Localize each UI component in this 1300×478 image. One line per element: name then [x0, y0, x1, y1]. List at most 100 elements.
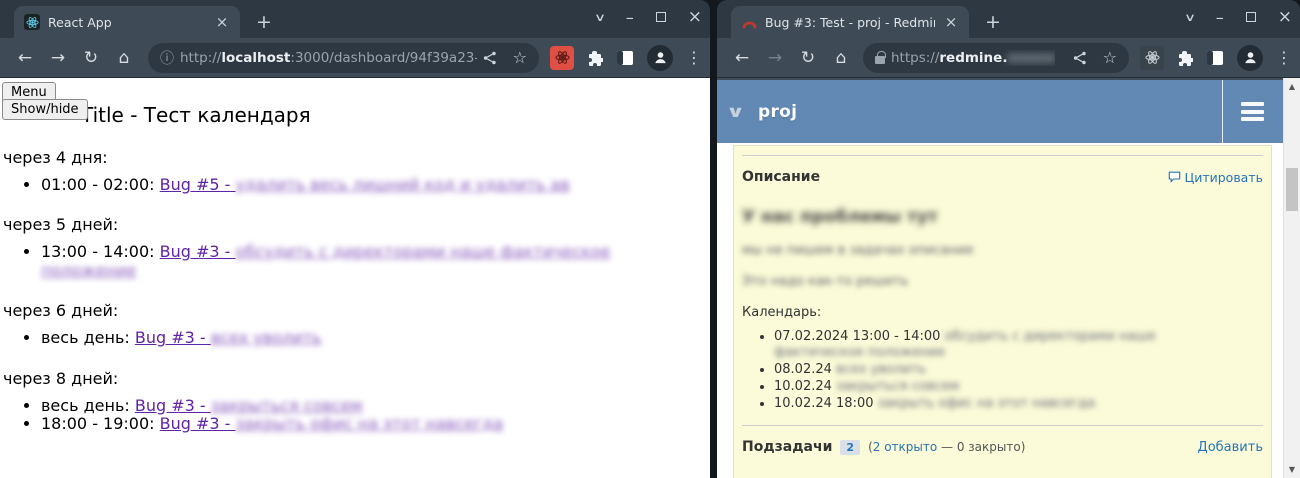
blurred-text: удалить весь лишний код и удалить ав — [236, 175, 570, 194]
group-heading: через 8 дней: — [3, 370, 710, 388]
redmine-header: ∨ proj — [717, 78, 1283, 143]
close-window-button[interactable]: × — [1278, 11, 1292, 24]
bookmark-star-icon[interactable]: ☆ — [1103, 48, 1117, 67]
bookmark-star-icon[interactable]: ☆ — [513, 48, 527, 67]
showhide-button[interactable]: Show/hide — [2, 99, 88, 120]
right-tab-strip: Bug #3: Test - proj - Redmine × + ∨ – × — [717, 0, 1300, 38]
home-button[interactable]: ⌂ — [113, 48, 135, 68]
project-name[interactable]: proj — [758, 102, 797, 122]
subtasks-row: Подзадачи 2 (2 открыто — 0 закрыто) Доба… — [742, 439, 1263, 455]
react-devtools-icon[interactable] — [1140, 46, 1164, 70]
calendar-group: через 8 дней: весь день: Bug #3 - закрыт… — [3, 370, 710, 434]
window-controls: ∨ – × — [596, 0, 702, 34]
calendar-entry: 08.02.24 всех уволить — [774, 362, 1247, 378]
profile-avatar[interactable] — [1237, 45, 1263, 71]
calendar-entry: 10.02.24 18:00 закрыть офис на этот навс… — [774, 396, 1247, 412]
extensions-puzzle-icon[interactable] — [1177, 50, 1193, 66]
left-tab-strip: React App × + ∨ – × — [0, 0, 710, 38]
site-info-icon[interactable]: ⓘ — [160, 48, 174, 68]
redmine-favicon-icon — [741, 14, 757, 30]
side-panel-icon[interactable] — [616, 50, 634, 66]
browser-menu-icon[interactable]: ⋮ — [686, 48, 700, 67]
subtasks-counts: (2 открыто — 0 закрыто) — [868, 440, 1025, 454]
divider — [742, 425, 1263, 426]
calendar-label: Календарь: — [742, 305, 1263, 320]
maximize-button[interactable] — [656, 12, 666, 22]
reload-button[interactable]: ↻ — [80, 48, 102, 68]
window-controls: ∨ – × — [1186, 0, 1292, 34]
issue-box: Описание Цитировать У нас проблемы тут м… — [733, 145, 1272, 478]
quote-link[interactable]: Цитировать — [1168, 170, 1264, 185]
minimize-button[interactable]: – — [1216, 11, 1224, 24]
blurred-text: закрыться совсем — [211, 396, 363, 415]
home-button[interactable]: ⌂ — [830, 48, 852, 68]
react-devtools-icon[interactable] — [550, 46, 574, 70]
window-menu-chevron-icon[interactable]: ∨ — [1184, 11, 1196, 24]
project-jump-chevron-icon[interactable]: ∨ — [726, 102, 746, 121]
bug-link[interactable]: Bug #3 - всех уволить — [135, 328, 322, 347]
back-button[interactable]: ← — [14, 48, 36, 68]
react-favicon-icon — [24, 14, 40, 30]
profile-avatar[interactable] — [647, 45, 673, 71]
blurred-text: всех уволить — [211, 328, 322, 347]
tab-title: Bug #3: Test - proj - Redmine — [765, 15, 935, 30]
back-button[interactable]: ← — [731, 48, 753, 68]
address-bar[interactable]: ⓘ http://localhost:3000/dashboard/94f39a… — [148, 43, 539, 73]
desktop: React App × + ∨ – × ← → ↻ ⌂ ⓘ http://loc… — [0, 0, 1300, 478]
new-tab-button[interactable]: + — [252, 11, 276, 33]
scrollbar-thumb[interactable] — [1286, 168, 1298, 211]
scroll-up-icon[interactable]: ▲ — [1284, 82, 1300, 91]
group-heading: через 6 дней: — [3, 302, 710, 320]
page-title: Title - Тест календаря — [81, 104, 710, 127]
calendar-item: весь день: Bug #3 - всех уволить — [41, 329, 710, 347]
tab-react-app[interactable]: React App × — [14, 6, 240, 38]
tab-redmine[interactable]: Bug #3: Test - proj - Redmine × — [731, 6, 969, 38]
blurred-text: закрыть офис на этот навсегда — [236, 414, 504, 433]
blurred-paragraph: мы не пишем в задачах описание — [742, 243, 1263, 258]
calendar-list: 07.02.2024 13:00 - 14:00 обсудить с дире… — [742, 329, 1247, 412]
open-subtasks-link[interactable]: 2 открыто — [873, 440, 937, 454]
share-icon[interactable] — [1073, 51, 1087, 65]
reload-button[interactable]: ↻ — [797, 48, 819, 68]
left-toolbar: ← → ↻ ⌂ ⓘ http://localhost:3000/dashboar… — [0, 38, 710, 78]
divider — [742, 155, 1263, 156]
blurred-text: закрыть офис на этот навсегда — [878, 396, 1095, 411]
bug-link[interactable]: Bug #3 - закрыться совсем — [135, 396, 363, 415]
description-heading: Описание — [742, 169, 820, 185]
bug-link[interactable]: Bug #3 - закрыть офис на этот навсегда — [160, 414, 504, 433]
left-browser-window: React App × + ∨ – × ← → ↻ ⌂ ⓘ http://loc… — [0, 0, 710, 478]
group-heading: через 4 дня: — [3, 149, 710, 167]
right-toolbar: ← → ↻ ⌂ https://redmine.хххххх ☆ — [717, 38, 1300, 78]
new-tab-button[interactable]: + — [981, 11, 1005, 33]
extensions-puzzle-icon[interactable] — [587, 50, 603, 66]
tab-close-icon[interactable]: × — [214, 15, 230, 29]
hamburger-menu-icon[interactable] — [1241, 102, 1264, 125]
browser-menu-icon[interactable]: ⋮ — [1276, 48, 1290, 67]
subtasks-count-badge: 2 — [840, 440, 860, 455]
redmine-page: ∨ proj Описание Цитировать У нас пробле — [717, 78, 1300, 478]
scrollbar[interactable]: ▲ ▼ — [1283, 78, 1300, 478]
calendar-item: 13:00 - 14:00: Bug #3 - обсудить с дирек… — [41, 243, 710, 280]
blurred-text: всех уволить — [836, 362, 926, 377]
address-bar[interactable]: https://redmine.хххххх ☆ — [863, 43, 1129, 73]
calendar-group: через 5 дней: 13:00 - 14:00: Bug #3 - об… — [3, 216, 710, 280]
window-menu-chevron-icon[interactable]: ∨ — [594, 11, 606, 24]
tab-close-icon[interactable]: × — [943, 15, 959, 29]
lock-icon[interactable] — [875, 56, 885, 64]
maximize-button[interactable] — [1246, 12, 1256, 22]
calendar-group: через 6 дней: весь день: Bug #3 - всех у… — [3, 302, 710, 347]
url-text: http://localhost:3000/dashboard/94f39a23… — [180, 50, 477, 66]
share-icon[interactable] — [483, 51, 497, 65]
extensions-area: ⋮ — [1140, 45, 1290, 71]
forward-button: → — [764, 48, 786, 68]
side-panel-icon[interactable] — [1206, 50, 1224, 66]
forward-button[interactable]: → — [47, 48, 69, 68]
bug-link[interactable]: Bug #5 - удалить весь лишний код и удали… — [160, 175, 570, 194]
close-window-button[interactable]: × — [688, 11, 702, 24]
minimize-button[interactable]: – — [626, 11, 634, 24]
tab-title: React App — [48, 15, 206, 30]
subtasks-heading: Подзадачи — [742, 439, 832, 455]
scroll-down-icon[interactable]: ▼ — [1284, 465, 1300, 474]
react-app-page: Menu Show/hide Title - Тест календаря че… — [0, 78, 710, 478]
add-subtask-link[interactable]: Добавить — [1198, 440, 1263, 455]
